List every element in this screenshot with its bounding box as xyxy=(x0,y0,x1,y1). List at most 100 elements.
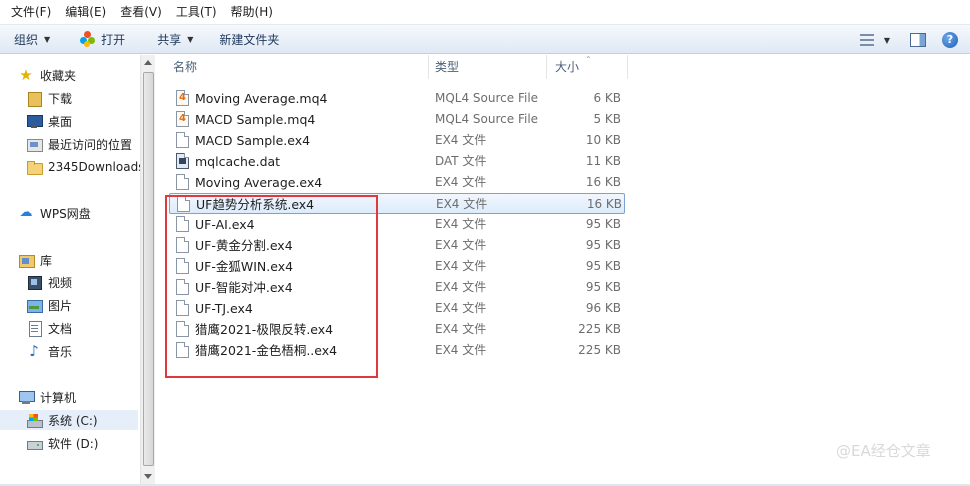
data-file-icon xyxy=(176,153,189,169)
nav-label: 图片 xyxy=(48,298,73,313)
file-type: EX4 文件 xyxy=(435,217,487,231)
menu-edit[interactable]: 编辑(E) xyxy=(58,0,113,24)
new-folder-button[interactable]: 新建文件夹 xyxy=(211,26,287,52)
file-size: 95 KB xyxy=(585,238,621,252)
view-list-icon xyxy=(859,34,874,46)
file-row[interactable]: MACD Sample.ex4 EX4 文件 10 KB xyxy=(169,130,625,151)
file-size: 95 KB xyxy=(585,280,621,294)
preview-pane-icon[interactable] xyxy=(910,33,926,47)
file-row[interactable]: MACD Sample.mq4 MQL4 Source File 5 KB xyxy=(169,109,625,130)
nav-computer[interactable]: 计算机 xyxy=(18,387,76,407)
nav-label: WPS网盘 xyxy=(40,206,91,221)
file-type: EX4 文件 xyxy=(435,238,487,252)
file-type: EX4 文件 xyxy=(436,197,488,211)
nav-label: 最近访问的位置 xyxy=(48,137,133,152)
nav-label: 桌面 xyxy=(48,114,73,129)
share-label: 共享 xyxy=(157,32,182,47)
column-header-name[interactable]: 名称 xyxy=(157,55,429,79)
nav-videos[interactable]: 视频 xyxy=(26,272,72,292)
menu-tools[interactable]: 工具(T) xyxy=(169,0,224,24)
file-type: MQL4 Source File xyxy=(435,112,539,126)
file-type: EX4 文件 xyxy=(435,343,487,357)
file-row[interactable]: mqlcache.dat DAT 文件 11 KB xyxy=(169,151,625,172)
nav-label: 库 xyxy=(40,253,53,268)
nav-label: 2345Downloads xyxy=(48,160,140,174)
file-size: 225 KB xyxy=(578,322,621,336)
nav-label: 音乐 xyxy=(48,344,73,359)
nav-label: 视频 xyxy=(48,275,73,290)
highlight-box xyxy=(165,195,378,378)
downloads-folder-icon xyxy=(26,90,42,107)
nav-drive-c[interactable]: 系统 (C:) xyxy=(0,410,138,430)
file-size: 16 KB xyxy=(585,175,621,189)
nav-scrollbar[interactable] xyxy=(140,55,155,484)
scroll-up-arrow-icon[interactable] xyxy=(144,60,152,65)
nav-downloads[interactable]: 下载 xyxy=(26,88,72,108)
nav-label: 系统 (C:) xyxy=(48,413,98,428)
scroll-thumb[interactable] xyxy=(143,72,154,466)
star-icon: ★ xyxy=(19,66,33,84)
nav-wps-cloud[interactable]: ☁ WPS网盘 xyxy=(18,203,91,223)
menu-bar: 文件(F) 编辑(E) 查看(V) 工具(T) 帮助(H) xyxy=(0,0,970,24)
recent-places-icon xyxy=(26,136,43,152)
system-drive-icon xyxy=(26,412,43,428)
file-size: 16 KB xyxy=(586,197,622,211)
file-size: 95 KB xyxy=(585,217,621,231)
nav-label: 文档 xyxy=(48,321,73,336)
nav-music[interactable]: ♪ 音乐 xyxy=(26,341,72,361)
nav-recent-places[interactable]: 最近访问的位置 xyxy=(26,134,132,154)
source-file-icon xyxy=(176,111,189,127)
folder-icon xyxy=(26,159,43,175)
menu-file[interactable]: 文件(F) xyxy=(4,0,58,24)
column-header-label: 大小 xyxy=(555,60,580,74)
column-header-type[interactable]: 类型 xyxy=(429,55,547,79)
nav-label: 收藏夹 xyxy=(40,68,77,83)
nav-drive-d[interactable]: 软件 (D:) xyxy=(26,433,98,453)
open-button[interactable]: 打开 xyxy=(72,26,133,52)
file-name: MACD Sample.ex4 xyxy=(195,133,311,148)
file-type: EX4 文件 xyxy=(435,259,487,273)
file-type: EX4 文件 xyxy=(435,280,487,294)
file-type: EX4 文件 xyxy=(435,322,487,336)
file-name: Moving Average.mq4 xyxy=(195,91,328,106)
menu-view[interactable]: 查看(V) xyxy=(113,0,169,24)
nav-favorites[interactable]: ★ 收藏夹 xyxy=(18,65,76,85)
nav-documents[interactable]: 文档 xyxy=(26,318,72,338)
nav-label: 下载 xyxy=(48,91,73,106)
new-folder-label: 新建文件夹 xyxy=(219,32,280,47)
file-type: EX4 文件 xyxy=(435,175,487,189)
file-size: 10 KB xyxy=(585,133,621,147)
watermark: @EA经仓文章 xyxy=(836,442,931,460)
file-size: 225 KB xyxy=(578,343,621,357)
nav-pictures[interactable]: 图片 xyxy=(26,295,72,315)
file-type: MQL4 Source File xyxy=(435,91,539,105)
nav-2345downloads[interactable]: 2345Downloads xyxy=(26,157,140,177)
nav-label: 计算机 xyxy=(40,390,77,405)
scroll-down-arrow-icon[interactable] xyxy=(144,474,152,479)
chevron-down-icon: ▼ xyxy=(44,34,51,44)
change-view-button[interactable]: ▼ xyxy=(852,27,898,53)
sort-ascending-icon: ⌃ xyxy=(585,55,592,64)
nav-label: 软件 (D:) xyxy=(48,436,99,451)
file-icon xyxy=(176,132,189,148)
video-library-icon xyxy=(26,274,42,290)
column-header-label: 名称 xyxy=(173,60,198,74)
file-row[interactable]: Moving Average.ex4 EX4 文件 16 KB xyxy=(169,172,625,193)
library-icon xyxy=(18,252,35,268)
navigation-pane: ★ 收藏夹 下载 桌面 最近访问的位置 2345Downloads ☁ WPS网… xyxy=(0,55,140,486)
nav-libraries[interactable]: 库 xyxy=(18,250,52,270)
file-row[interactable]: Moving Average.mq4 MQL4 Source File 6 KB xyxy=(169,88,625,109)
document-library-icon xyxy=(26,320,42,337)
menu-help[interactable]: 帮助(H) xyxy=(224,0,280,24)
file-type: EX4 文件 xyxy=(435,301,487,315)
source-file-icon xyxy=(176,90,189,106)
help-icon[interactable]: ? xyxy=(942,32,958,48)
share-button[interactable]: 共享 ▼ xyxy=(149,26,201,52)
column-header-label: 类型 xyxy=(435,60,460,74)
desktop-icon xyxy=(26,113,43,129)
file-size: 11 KB xyxy=(585,154,621,168)
file-size: 95 KB xyxy=(585,259,621,273)
hard-drive-icon xyxy=(26,435,43,451)
organize-button[interactable]: 组织 ▼ xyxy=(6,26,58,52)
nav-desktop[interactable]: 桌面 xyxy=(26,111,72,131)
